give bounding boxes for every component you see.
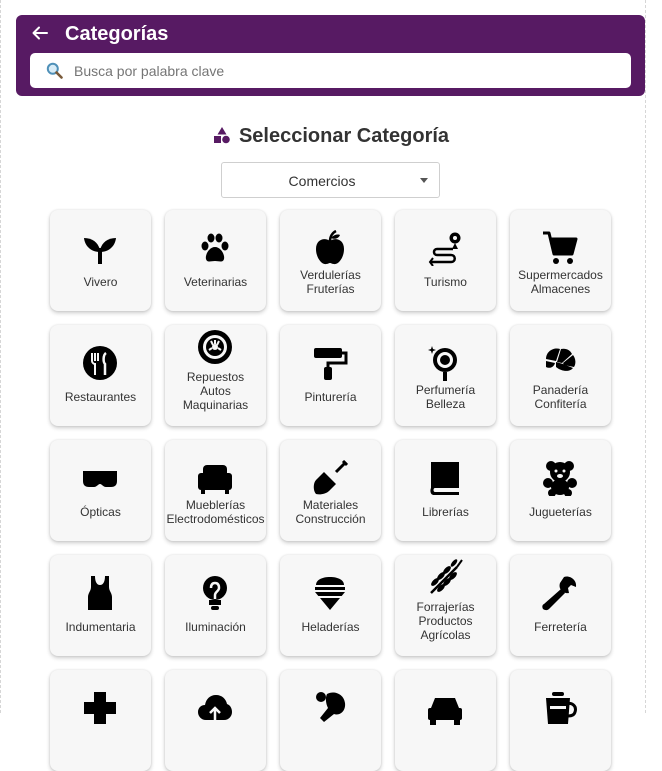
category-card[interactable]: Indumentaria (50, 555, 151, 656)
category-card[interactable]: Materiales Construcción (280, 440, 381, 541)
tire-icon (198, 330, 232, 364)
category-label: Iluminación (185, 620, 246, 634)
category-card[interactable] (280, 670, 381, 771)
paw-icon (201, 233, 229, 262)
header-bar: Categorías (16, 15, 645, 96)
category-type-select[interactable]: Comercios (221, 162, 440, 198)
category-label: Supermercados Almacenes (518, 268, 603, 296)
category-card[interactable]: Forrajerías Productos Agrícolas (395, 555, 496, 656)
paint-roller-icon (314, 348, 348, 380)
car-icon (428, 698, 462, 725)
book-icon (430, 462, 459, 495)
search-bar (30, 53, 631, 88)
category-label: Librerías (422, 505, 469, 519)
category-label: Veterinarias (183, 275, 248, 289)
category-label: Repuestos Autos Maquinarias (182, 370, 249, 412)
category-card[interactable] (50, 670, 151, 771)
category-label: Ópticas (80, 505, 121, 519)
category-card[interactable]: Repuestos Autos Maquinarias (165, 325, 266, 426)
category-label: Turismo (424, 275, 467, 289)
category-card[interactable]: Vivero (50, 210, 151, 311)
armchair-icon (198, 465, 232, 494)
category-card[interactable]: Verdulerías Fruterías (280, 210, 381, 311)
cloud-upload-icon (198, 695, 232, 720)
teddy-bear-icon (543, 461, 577, 496)
lightbulb-icon (203, 576, 227, 610)
tank-top-icon (88, 576, 112, 610)
category-card[interactable]: Supermercados Almacenes (510, 210, 611, 311)
apple-icon (316, 230, 344, 265)
category-label: Verdulerías Fruterías (300, 268, 361, 296)
sprout-icon (84, 238, 116, 264)
page-title: Categorías (65, 23, 169, 45)
shopping-cart-icon (543, 231, 578, 264)
ping-pong-icon (316, 692, 346, 722)
croissant-icon (546, 348, 576, 371)
restaurant-icon (83, 346, 117, 380)
category-card[interactable] (165, 670, 266, 771)
category-card[interactable]: Pinturería (280, 325, 381, 426)
select-value: Comercios (288, 173, 356, 189)
takeaway-food-icon (546, 692, 577, 724)
category-card[interactable]: Ópticas (50, 440, 151, 541)
category-card[interactable] (395, 670, 496, 771)
wheat-icon (430, 559, 463, 594)
category-card[interactable]: Heladerías (280, 555, 381, 656)
search-input[interactable] (74, 53, 614, 88)
caret-down-icon (420, 178, 428, 183)
category-card[interactable]: Veterinarias (165, 210, 266, 311)
wrench-icon (542, 576, 577, 611)
category-label: Materiales Construcción (295, 498, 366, 526)
shovel-icon (313, 460, 348, 495)
category-card[interactable] (510, 670, 611, 771)
category-label: Indumentaria (65, 620, 136, 634)
category-card[interactable]: Panadería Confitería (510, 325, 611, 426)
shapes-icon (213, 127, 230, 144)
category-card[interactable]: Iluminación (165, 555, 266, 656)
medical-cross-icon (84, 692, 116, 724)
section-heading: Seleccionar Categoría (0, 124, 662, 148)
category-card[interactable]: Jugueterías (510, 440, 611, 541)
category-label: Mueblerías Electrodomésticos (166, 498, 265, 526)
category-label: Perfumería Belleza (415, 383, 476, 411)
route-icon (428, 232, 461, 266)
category-label: Restaurantes (64, 390, 137, 404)
ice-cream-icon (315, 577, 345, 610)
mirror-icon (428, 346, 457, 381)
category-card[interactable]: Mueblerías Electrodomésticos (165, 440, 266, 541)
category-label: Panadería Confitería (532, 383, 589, 411)
category-card[interactable]: Librerías (395, 440, 496, 541)
category-label: Forrajerías Productos Agrícolas (416, 600, 475, 642)
search-icon (46, 62, 63, 79)
category-label: Vivero (83, 275, 118, 289)
category-card[interactable]: Restaurantes (50, 325, 151, 426)
glasses-icon (83, 471, 117, 487)
section-title: Seleccionar Categoría (238, 125, 450, 147)
category-label: Heladerías (301, 620, 360, 634)
category-label: Ferretería (534, 620, 587, 634)
category-card[interactable]: Turismo (395, 210, 496, 311)
category-card[interactable]: Perfumería Belleza (395, 325, 496, 426)
category-label: Pinturería (304, 390, 357, 404)
back-arrow-icon[interactable] (31, 24, 49, 42)
category-card[interactable]: Ferretería (510, 555, 611, 656)
category-label: Jugueterías (529, 505, 592, 519)
